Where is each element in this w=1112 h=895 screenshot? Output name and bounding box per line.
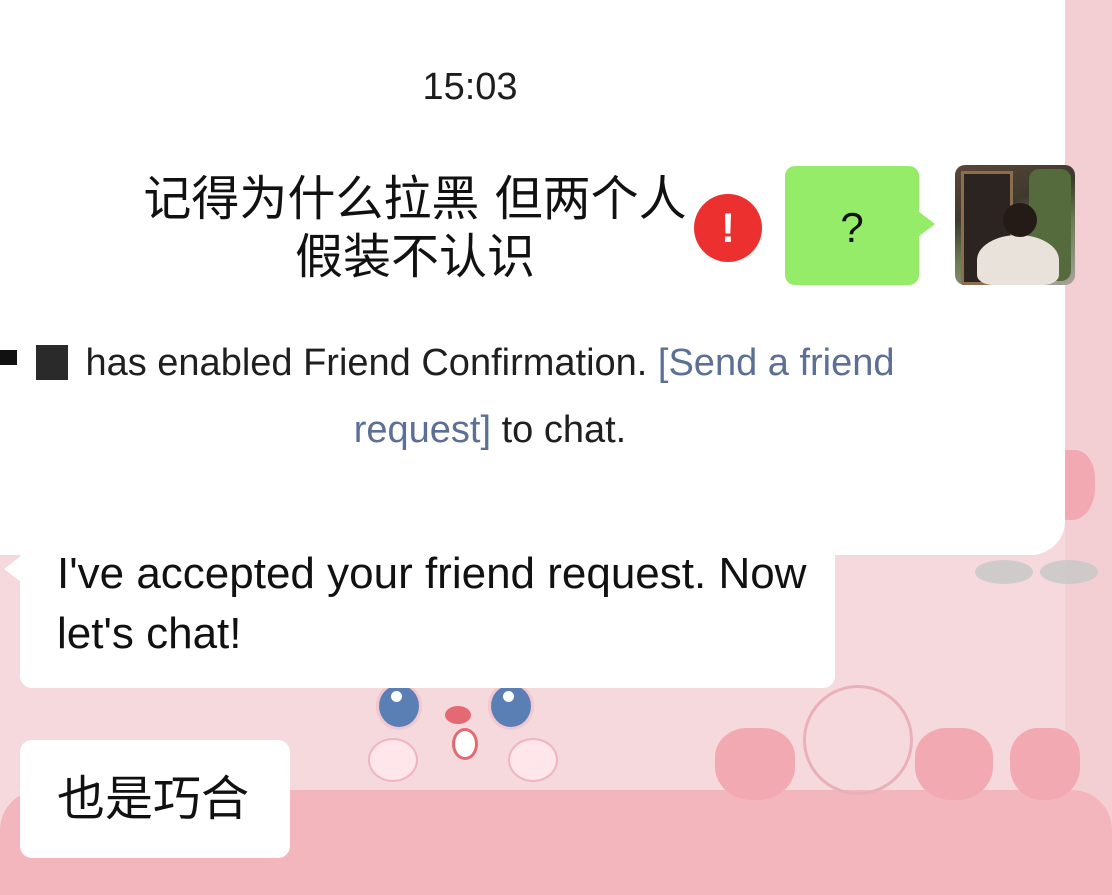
background-flower (915, 728, 993, 800)
received-message-bubble[interactable]: 也是巧合 (20, 740, 290, 858)
background-leaf (1040, 560, 1098, 584)
received-message-text: I've accepted your friend request. Now l… (57, 549, 807, 658)
background-leaf (975, 560, 1033, 584)
received-message-bubble[interactable]: I've accepted your friend request. Now l… (4, 530, 835, 688)
background-flower (1010, 728, 1080, 800)
sent-bubble-text: ? (840, 204, 864, 251)
background-flower (715, 728, 795, 800)
exclamation-circle-icon[interactable]: ! (694, 194, 762, 262)
redacted-name-block (0, 350, 17, 365)
bunny-stamp-decoration (803, 685, 913, 795)
message-timestamp: 15:03 (422, 66, 518, 108)
received-message-text: 也是巧合 (57, 771, 250, 827)
system-notice-text-end: to chat. (491, 409, 627, 451)
system-notice: has enabled Friend Confirmation. [Send a… (20, 330, 960, 464)
sent-message-text[interactable]: 记得为什么拉黑 但两个人假装不认识 (130, 170, 700, 286)
sent-message-bubble[interactable]: ? (785, 166, 935, 285)
system-notice-text: has enabled Friend Confirmation. (85, 342, 658, 384)
user-avatar[interactable] (955, 165, 1075, 285)
